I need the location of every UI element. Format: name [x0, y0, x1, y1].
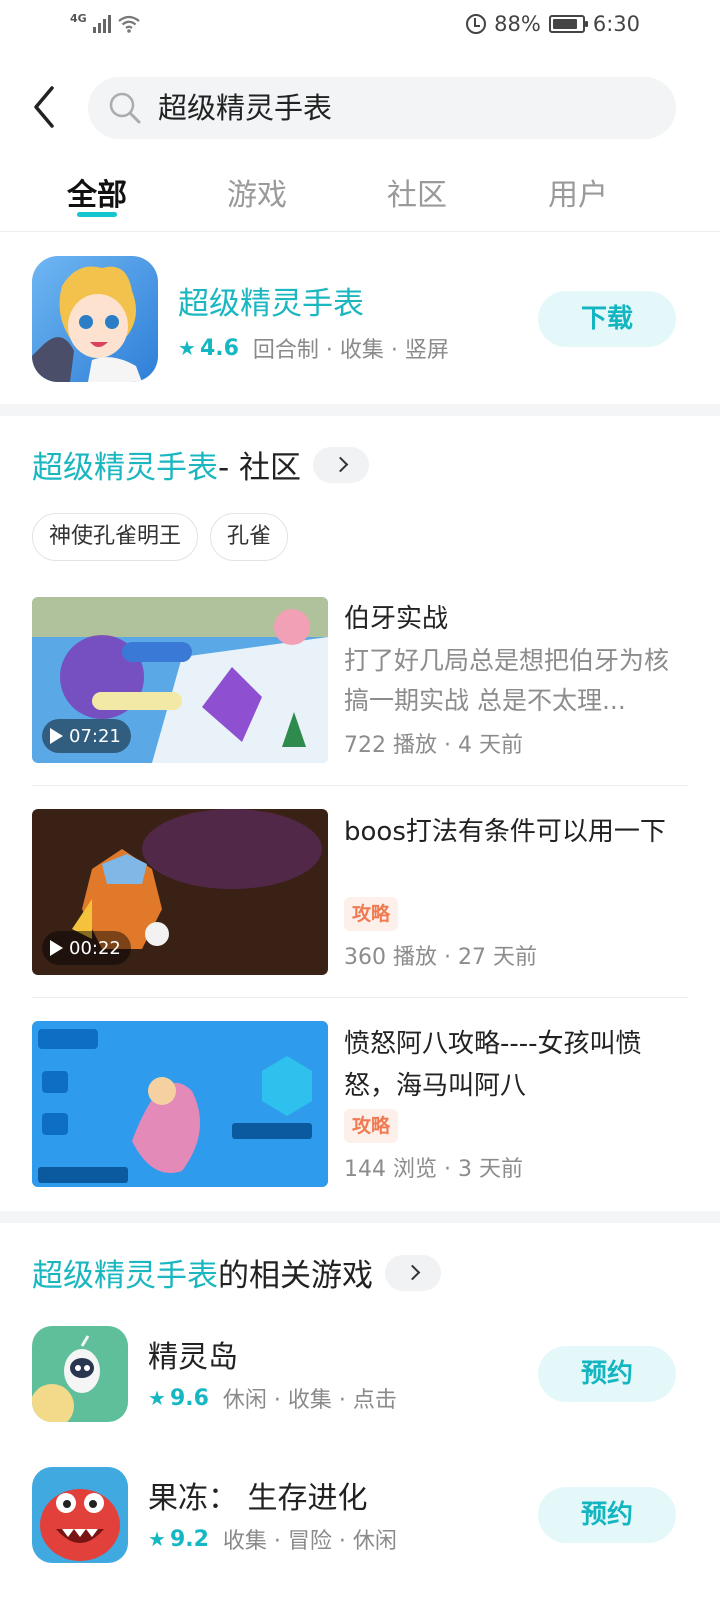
- strategy-tag: 攻略: [344, 897, 399, 931]
- reserve-button[interactable]: 预约: [538, 1487, 676, 1543]
- game-tags: 收集 · 冒险 · 休闲: [222, 1529, 397, 1554]
- game-meta: ★ 9.6 休闲 · 收集 · 点击: [148, 1382, 397, 1414]
- game-rating: 9.2: [169, 1526, 209, 1552]
- reserve-button[interactable]: 预约: [538, 1346, 676, 1402]
- back-arrow-icon[interactable]: [28, 84, 68, 130]
- game-meta: ★ 9.2 收集 · 冒险 · 休闲: [148, 1523, 397, 1555]
- network-type: 4G: [70, 11, 87, 25]
- play-icon: [50, 728, 63, 744]
- search-query: 超级精灵手表: [158, 91, 333, 125]
- app-rating-line: ★ 4.6 回合制 · 收集 · 竖屏: [178, 332, 449, 364]
- wifi-icon: [118, 15, 140, 33]
- download-button[interactable]: 下载: [538, 291, 676, 347]
- video-duration-badge: 07:21: [42, 719, 131, 753]
- game-icon[interactable]: [32, 1326, 128, 1422]
- community-chips: 神使孔雀明王 孔雀: [32, 513, 289, 561]
- tab-indicator: [77, 212, 117, 217]
- post-meta: 144 浏览 · 3 天前: [344, 1157, 523, 1182]
- related-title-rest: 的相关游戏: [218, 1258, 373, 1294]
- video-duration: 07:21: [69, 725, 121, 747]
- image-thumbnail[interactable]: [32, 1021, 328, 1187]
- post-item[interactable]: 07:21 伯牙实战 打了好几局总是想把伯牙为核搞一期实战 总是不太理... 7…: [32, 597, 688, 763]
- alarm-icon: [466, 14, 487, 34]
- post-item[interactable]: 愤怒阿八攻略----女孩叫愤怒，海马叫阿八 攻略 144 浏览 · 3 天前: [32, 1021, 688, 1187]
- app-rating: 4.6: [199, 335, 239, 361]
- post-meta: 722 播放 · 4 天前: [344, 733, 523, 758]
- game-icon[interactable]: [32, 1467, 128, 1563]
- section-divider: [0, 1211, 720, 1223]
- video-duration-badge: 00:22: [42, 931, 131, 965]
- chevron-right-icon[interactable]: [385, 1254, 441, 1291]
- community-title-accent: 超级精灵手表: [32, 450, 218, 486]
- game-title[interactable]: 精灵岛: [148, 1332, 238, 1376]
- community-section-title[interactable]: 超级精灵手表 - 社区: [32, 442, 370, 487]
- app-icon[interactable]: [32, 256, 158, 382]
- post-description: 打了好几局总是想把伯牙为核搞一期实战 总是不太理...: [344, 646, 670, 715]
- row-divider: [32, 785, 688, 786]
- star-icon: ★: [148, 1386, 166, 1410]
- search-icon: [109, 92, 141, 124]
- post-title[interactable]: 愤怒阿八攻略----女孩叫愤怒，海马叫阿八: [344, 1023, 688, 1107]
- post-meta: 360 播放 · 27 天前: [344, 945, 537, 970]
- chevron-right-icon[interactable]: [313, 446, 370, 483]
- related-title-accent: 超级精灵手表: [32, 1258, 218, 1294]
- clock: 6:30: [592, 12, 640, 36]
- section-divider: [0, 404, 720, 416]
- game-tags: 休闲 · 收集 · 点击: [222, 1388, 397, 1413]
- post-title[interactable]: boos打法有条件可以用一下: [344, 811, 688, 853]
- star-icon: ★: [178, 336, 196, 360]
- status-right: 88% 6:30: [466, 12, 640, 36]
- related-section-title[interactable]: 超级精灵手表 的相关游戏: [32, 1250, 441, 1295]
- game-rating: 9.6: [169, 1385, 209, 1411]
- post-title[interactable]: 伯牙实战: [344, 599, 688, 639]
- tab-games[interactable]: 游戏: [197, 170, 317, 214]
- status-bar: 4G 88% 6:30: [0, 0, 720, 56]
- search-input[interactable]: 超级精灵手表: [88, 77, 676, 139]
- game-title[interactable]: 果冻： 生存进化: [148, 1473, 368, 1517]
- strategy-tag: 攻略: [344, 1109, 399, 1143]
- tab-community[interactable]: 社区: [357, 170, 477, 214]
- video-thumbnail[interactable]: 07:21: [32, 597, 328, 763]
- game-item[interactable]: 果冻： 生存进化 ★ 9.2 收集 · 冒险 · 休闲 预约: [0, 1467, 720, 1567]
- battery-percent: 88%: [494, 12, 541, 36]
- battery-icon: [548, 15, 588, 33]
- row-divider: [32, 997, 688, 998]
- video-thumbnail[interactable]: 00:22: [32, 809, 328, 975]
- star-icon: ★: [148, 1527, 166, 1551]
- status-left: 4G: [70, 11, 141, 34]
- play-icon: [50, 940, 63, 956]
- video-duration: 00:22: [69, 937, 121, 959]
- tab-users[interactable]: 用户: [518, 170, 638, 214]
- post-item[interactable]: 00:22 boos打法有条件可以用一下 攻略 360 播放 · 27 天前: [32, 809, 688, 975]
- app-result[interactable]: 超级精灵手表 ★ 4.6 回合制 · 收集 · 竖屏 下载: [0, 236, 720, 406]
- app-title[interactable]: 超级精灵手表: [178, 278, 364, 323]
- signal-icon: [92, 15, 111, 33]
- chip-peacock[interactable]: 孔雀: [210, 513, 289, 561]
- chip-peacock-king[interactable]: 神使孔雀明王: [32, 513, 199, 561]
- tab-bar: 全部 游戏 社区 用户: [0, 160, 720, 232]
- game-item[interactable]: 精灵岛 ★ 9.6 休闲 · 收集 · 点击 预约: [0, 1326, 720, 1426]
- tab-all[interactable]: 全部: [37, 170, 157, 214]
- community-title-rest: - 社区: [218, 450, 302, 486]
- app-tags: 回合制 · 收集 · 竖屏: [252, 338, 449, 363]
